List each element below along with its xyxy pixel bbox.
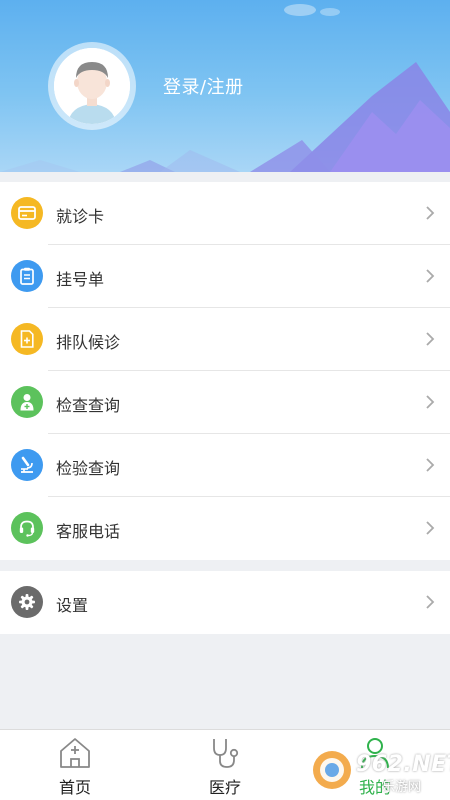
settings-group: 设置 [0,571,450,634]
menu-item-label: 排队候诊 [56,333,121,352]
watermark-text: 962.NET [356,752,450,777]
menu-item-label: 客服电话 [56,522,121,541]
menu-item-label: 就诊卡 [56,207,105,226]
headset-icon [11,512,43,544]
menu-list: 就诊卡 挂号单 排队候诊 检查查询 检验查询 客服电话 [0,182,450,560]
tab-label: 医疗 [208,778,241,797]
card-icon [11,197,43,229]
menu-item-label: 检查查询 [56,396,121,415]
clipboard-icon [11,260,43,292]
menu-item-lab-test-query[interactable]: 检验查询 [0,434,450,497]
doctor-person-icon [11,386,43,418]
chevron-right-icon [426,521,435,535]
chevron-right-icon [426,458,435,472]
login-register-link[interactable]: 登录/注册 [163,73,244,99]
watermark-subtext: 乐游网 [382,780,422,795]
tab-label: 首页 [58,778,91,797]
menu-item-settings[interactable]: 设置 [0,571,450,634]
avatar [54,48,130,124]
chevron-right-icon [426,269,435,283]
microscope-icon [11,449,43,481]
gear-icon [11,586,43,618]
menu-item-queue[interactable]: 排队候诊 [0,308,450,371]
menu-item-examination-query[interactable]: 检查查询 [0,371,450,434]
stethoscope-icon [213,739,239,768]
tab-medical[interactable]: 医疗 [150,730,300,800]
profile-header: 登录/注册 [0,0,450,172]
user-avatar-icon [54,48,130,124]
chevron-right-icon [426,595,435,609]
menu-item-customer-service[interactable]: 客服电话 [0,497,450,560]
menu-item-visit-card[interactable]: 就诊卡 [0,182,450,245]
menu-item-registration[interactable]: 挂号单 [0,245,450,308]
chevron-right-icon [426,332,435,346]
tab-home[interactable]: 首页 [0,730,150,800]
menu-item-label: 设置 [56,596,89,615]
chevron-right-icon [426,206,435,220]
menu-item-label: 检验查询 [56,459,121,478]
queue-document-icon [11,323,43,355]
chevron-right-icon [426,395,435,409]
avatar-ring[interactable] [48,42,136,130]
menu-item-label: 挂号单 [56,270,105,289]
hospital-home-icon [60,738,90,768]
